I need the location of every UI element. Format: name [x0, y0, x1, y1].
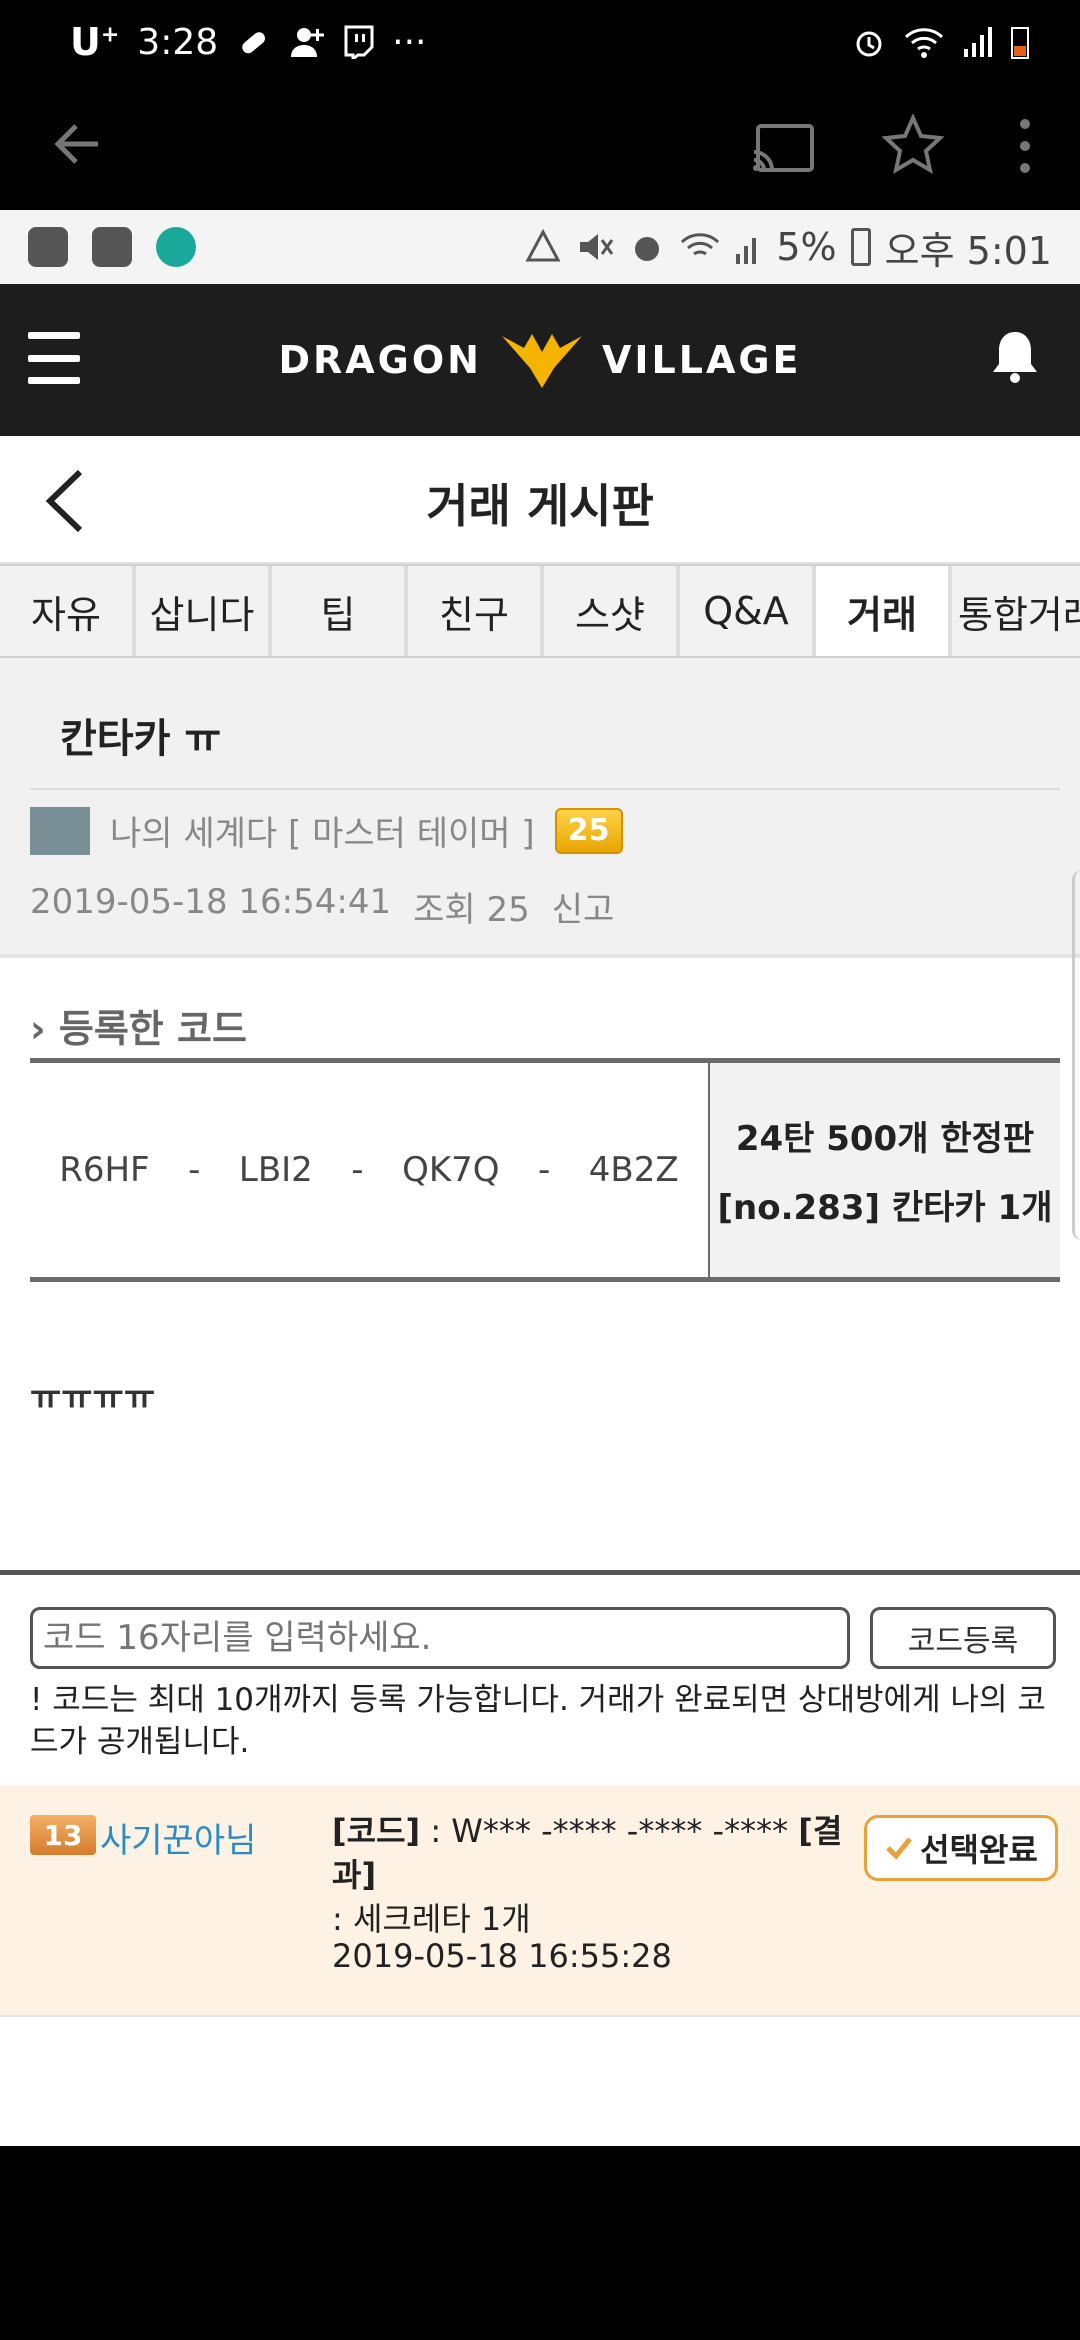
battery-icon	[850, 228, 871, 266]
bookmark-star-icon[interactable]	[882, 114, 944, 176]
reward-cell: 24탄 500개 한정판 [no.283] 칸타카 1개	[708, 1063, 1060, 1277]
twitch-icon	[344, 25, 374, 59]
code-part-1: R6HF	[59, 1150, 150, 1190]
post-date: 2019-05-18 16:54:41	[30, 882, 392, 922]
code-part-2: LBI2	[238, 1150, 313, 1190]
code-separator: -	[538, 1150, 551, 1190]
tab-free[interactable]: 자유	[0, 566, 136, 656]
main-content: 거래 게시판 자유 삽니다 팁 친구 스샷 Q&A 거래 통합거래 칸타카 ㅠ …	[0, 436, 1080, 2146]
add-person-icon	[291, 28, 325, 57]
tab-tip[interactable]: 팁	[272, 566, 408, 656]
tab-buy[interactable]: 삽니다	[136, 566, 272, 656]
commenter-level-badge: 13	[30, 1815, 96, 1855]
pill-icon	[242, 32, 266, 54]
select-complete-button[interactable]: 선택완료	[864, 1815, 1058, 1881]
post-title: 칸타카 ㅠ	[60, 716, 222, 762]
level-badge: 25	[554, 807, 623, 854]
post-body: ㅠㅠㅠㅠ	[30, 1378, 156, 1418]
tab-trade[interactable]: 거래	[816, 566, 952, 656]
dragon-village-logo[interactable]: DRAGON VILLAGE	[0, 328, 1080, 392]
code-section: › 등록한 코드 R6HF - LBI2 - QK7Q - 4B2Z 24탄 5…	[0, 958, 1080, 1578]
cast-icon[interactable]	[752, 122, 816, 174]
check-icon	[886, 1837, 913, 1860]
code-label: [코드]	[332, 1812, 421, 1850]
reply-area: 코드등록 ! 코드는 최대 10개까지 등록 가능합니다. 거래가 완료되면 상…	[0, 1570, 1080, 2146]
page-title-bar: 거래 게시판	[0, 436, 1080, 564]
code-section-heading: › 등록한 코드	[30, 1007, 247, 1051]
author-avatar[interactable]	[30, 806, 90, 855]
code-separator: -	[351, 1150, 364, 1190]
status-time: 3:28	[137, 21, 219, 63]
recycle-icon	[525, 228, 561, 262]
reward-line-2: [no.283] 칸타카 1개	[717, 1188, 1053, 1228]
code-value: R6HF - LBI2 - QK7Q - 4B2Z	[30, 1063, 708, 1277]
dragon-wing-logo-icon	[501, 334, 582, 388]
post-meta: 2019-05-18 16:54:41 조회 25 신고	[30, 882, 614, 931]
app-notification-icon	[28, 227, 68, 267]
carrier-label: U+	[70, 20, 120, 64]
code-masked: : W*** -**** -**** -****	[430, 1812, 789, 1850]
alarm-icon	[635, 237, 660, 261]
wifi-icon	[681, 233, 720, 256]
bottom-bar	[0, 2146, 1080, 2340]
notification-bell-icon[interactable]	[985, 326, 1045, 386]
code-input[interactable]	[30, 1607, 850, 1669]
tab-screenshot[interactable]: 스샷	[544, 566, 680, 656]
tab-qna[interactable]: Q&A	[680, 566, 816, 656]
alarm-icon	[856, 31, 882, 57]
outer-status-bar: U+ 3:28 ···	[0, 0, 1080, 84]
battery-icon	[1011, 27, 1029, 59]
page-title: 거래 게시판	[426, 479, 654, 533]
gallery-icon	[92, 227, 132, 267]
battery-percent: 5%	[776, 225, 837, 269]
back-arrow-icon[interactable]	[48, 114, 108, 174]
author-name[interactable]: 나의 세계다 [ 마스터 테이머 ]	[110, 806, 535, 855]
more-notifications: ···	[392, 21, 427, 63]
code-table: R6HF - LBI2 - QK7Q - 4B2Z 24탄 500개 한정판 […	[30, 1058, 1060, 1282]
browser-app-bar	[0, 84, 1080, 210]
side-panel-handle[interactable]	[1072, 870, 1080, 1240]
board-tabs: 자유 삽니다 팁 친구 스샷 Q&A 거래 통합거래	[0, 564, 1080, 658]
mute-icon	[580, 234, 614, 260]
code-part-3: QK7Q	[402, 1150, 500, 1190]
report-link[interactable]: 신고	[552, 882, 615, 931]
code-part-4: 4B2Z	[588, 1150, 679, 1190]
result-value: : 세크레타 1개	[332, 1900, 531, 1938]
reward-line-1: 24탄 500개 한정판	[735, 1119, 1035, 1159]
comment-item: 13 사기꾼아님 [코드] : W*** -**** -**** -**** […	[0, 1785, 1080, 2017]
wifi-icon	[904, 28, 944, 58]
post-header: 칸타카 ㅠ 나의 세계다 [ 마스터 테이머 ] 25 2019-05-18 1…	[0, 658, 1080, 958]
comment-date: 2019-05-18 16:55:28	[332, 1937, 672, 1975]
notice-text: ! 코드는 최대 10개까지 등록 가능합니다. 거래가 완료되면 상대방에게 …	[30, 1682, 1046, 1760]
signal-icon	[964, 27, 992, 57]
code-register-button[interactable]: 코드등록	[870, 1607, 1056, 1669]
inner-status-time: 오후 5:01	[884, 228, 1052, 273]
select-complete-label: 선택완료	[920, 1831, 1038, 1869]
tab-friend[interactable]: 친구	[408, 566, 544, 656]
signal-icon	[736, 238, 757, 264]
tab-integrated-trade[interactable]: 통합거래	[952, 566, 1080, 656]
site-header: DRAGON VILLAGE	[0, 284, 1080, 436]
overflow-menu-icon[interactable]	[1010, 116, 1040, 176]
code-separator: -	[188, 1150, 201, 1190]
author-row: 나의 세계다 [ 마스터 테이머 ] 25	[30, 806, 623, 855]
android-icon	[156, 227, 196, 267]
commenter-name[interactable]: 사기꾼아님	[100, 1813, 256, 1862]
inner-status-bar: 5% 오후 5:01	[0, 210, 1080, 284]
post-views: 조회 25	[413, 890, 530, 930]
comment-body: [코드] : W*** -**** -**** -**** [결과] : 세크레…	[332, 1809, 872, 1941]
divider	[30, 788, 1060, 790]
